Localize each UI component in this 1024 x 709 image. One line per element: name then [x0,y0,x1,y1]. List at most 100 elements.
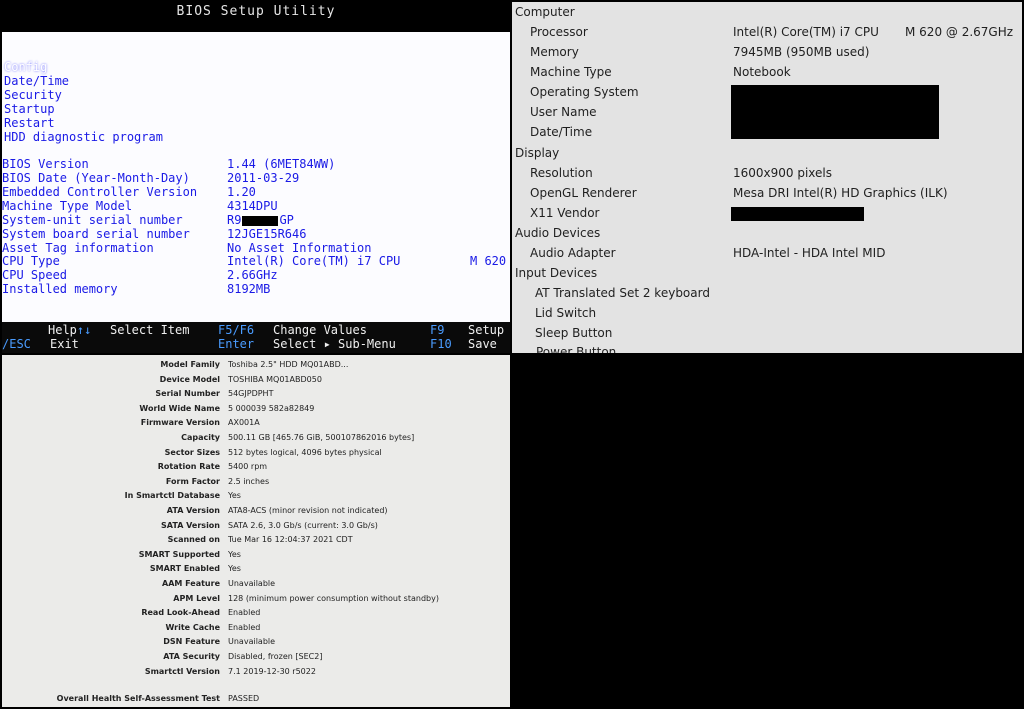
form-factor-label: Form Factor [165,476,220,486]
serial-suffix: GP [279,213,294,227]
read-look-ahead-label: Read Look-Ahead [141,608,220,618]
bios-menu-restart[interactable]: Restart [4,116,55,130]
smart-supported-label: SMART Supported [138,549,220,559]
health-test-label: Overall Health Self-Assessment Test [56,694,220,703]
bios-title: BIOS Setup Utility [176,4,336,19]
smartctl-db-value: Yes [228,491,241,501]
dsn-feature-label: DSN Feature [163,637,220,647]
input-device-sleep-button[interactable]: Sleep Button [535,323,612,343]
machine-type-label: Machine Type Model [2,199,133,213]
device-model-value: TOSHIBA MQ01ABD050 [228,374,322,384]
rotation-rate-value: 5400 rpm [228,462,268,472]
scanned-on-value: Tue Mar 16 12:04:37 2021 CDT [228,535,353,545]
input-device-power-button[interactable]: Power Button [536,342,616,353]
section-audio-devices[interactable]: Audio Devices [515,223,600,243]
input-device-keyboard[interactable]: AT Translated Set 2 keyboard [535,283,710,303]
resolution-value: 1600x900 pixels [733,166,833,180]
section-input-devices[interactable]: Input Devices [515,263,597,283]
empty-panel [512,355,1022,707]
bios-menu-datetime[interactable]: Date/Time [4,74,69,88]
wwn-value: 5 000039 582a82849 [228,403,315,413]
capacity-label: Capacity [181,433,220,442]
health-test-value: PASSED [228,694,260,703]
bios-setup-panel: BIOS Setup Utility Config Date/Time Secu… [2,2,510,353]
cpu-model-value: M 620 [470,254,507,268]
machine-type-value: Notebook [733,65,791,79]
bios-title-bar: BIOS Setup Utility [2,2,510,32]
system-unit-serial-label: System-unit serial number [2,213,183,227]
enter-key: Enter [218,337,255,351]
asset-tag-value: No Asset Information [227,241,372,255]
smart-supported-value: Yes [228,549,241,559]
opengl-value: Mesa DRI Intel(R) HD Graphics (ILK) [733,186,948,200]
select-submenu-label: Select ▸ Sub-Menu [273,337,396,351]
apm-level-label: APM Level [173,593,220,603]
redaction-block [731,85,939,139]
ata-security-label: ATA Security [163,652,220,661]
cpu-type-label: CPU Type [2,254,60,268]
write-cache-value: Enabled [228,622,261,632]
redaction-bar [242,215,279,226]
cpu-speed-label: CPU Speed [2,268,68,282]
bios-menu-hdd-diagnostic[interactable]: HDD diagnostic program [4,130,163,144]
firmware-label: Firmware Version [140,418,220,428]
bios-menu-config[interactable]: Config [4,60,47,74]
section-display[interactable]: Display [515,143,559,163]
audio-adapter-value: HDA-Intel - HDA Intel MID [733,246,886,260]
asset-tag-label: Asset Tag information [2,241,154,255]
exit-label: Exit [50,337,79,351]
user-name-label: User Name [530,105,597,119]
smart-info-panel: Model Family Toshiba 2.5" HDD MQ01ABD...… [2,355,510,707]
serial-number-label: Serial Number [155,389,220,399]
bios-menu-startup[interactable]: Startup [4,102,55,116]
save-label: Save [468,337,497,351]
opengl-label: OpenGL Renderer [530,186,637,200]
input-device-lid-switch[interactable]: Lid Switch [535,303,596,323]
device-model-label: Device Model [159,374,220,384]
memory-label: Memory [530,45,579,59]
audio-adapter-label: Audio Adapter [530,246,616,260]
bios-version-value: 1.44 (6MET84WW) [227,157,336,171]
model-family-value: Toshiba 2.5" HDD MQ01ABD... [228,360,349,369]
ec-version-value: 1.20 [227,185,256,199]
bios-date-label: BIOS Date (Year-Month-Day) [2,171,190,185]
smart-enabled-value: Yes [228,564,241,574]
bios-version-label: BIOS Version [2,157,89,171]
dsn-feature-value: Unavailable [228,637,276,647]
os-label: Operating System [530,85,639,99]
bios-menu-security[interactable]: Security [4,88,62,102]
read-look-ahead-value: Enabled [228,608,261,618]
serial-number-value: 54GJPDPHT [228,389,274,399]
arrows-icon: ↑↓ [76,323,92,337]
section-computer[interactable]: Computer [515,2,575,22]
hardware-info-panel: Computer Processor Intel(R) Core(TM) i7 … [512,2,1022,353]
processor-model-value: M 620 @ 2.67GHz [905,25,1014,39]
ec-version-label: Embedded Controller Version [2,185,198,199]
ata-security-value: Disabled, frozen [SEC2] [228,652,323,661]
cpu-type-value: Intel(R) Core(TM) i7 CPU [227,254,401,268]
firmware-value: AX001A [228,418,260,428]
capacity-value: 500.11 GB [465.76 GiB, 500107862016 byte… [228,433,415,442]
smartctl-db-label: In Smartctl Database [124,491,220,501]
rotation-rate-label: Rotation Rate [157,462,220,472]
apm-level-value: 128 (minimum power consumption without s… [228,593,439,603]
x11-vendor-label: X11 Vendor [530,206,600,220]
system-unit-serial-value: R9 GP [227,213,294,227]
smartctl-version-label: Smartctl Version [144,666,220,676]
installed-memory-label: Installed memory [2,282,118,296]
resolution-label: Resolution [530,166,593,180]
f10-key: F10 [430,337,452,351]
redaction-bar [731,207,864,221]
memory-value: 7945MB (950MB used) [733,45,870,59]
system-board-serial-value: 12JGE15R646 [227,227,307,241]
processor-value: Intel(R) Core(TM) i7 CPU [733,25,879,39]
setup-label: Setup [468,323,505,337]
sector-sizes-label: Sector Sizes [164,447,220,457]
smartctl-version-value: 7.1 2019-12-30 r5022 [228,666,316,676]
machine-type-value: 4314DPU [227,199,278,213]
cpu-speed-value: 2.66GHz [227,268,278,282]
datetime-label: Date/Time [530,125,593,139]
ata-version-value: ATA8-ACS (minor revision not indicated) [228,506,388,515]
sata-version-value: SATA 2.6, 3.0 Gb/s (current: 3.0 Gb/s) [228,520,378,530]
bios-key-legend: Help↑↓ Select Item /ESC Exit F5/F6 Chang… [2,322,510,353]
